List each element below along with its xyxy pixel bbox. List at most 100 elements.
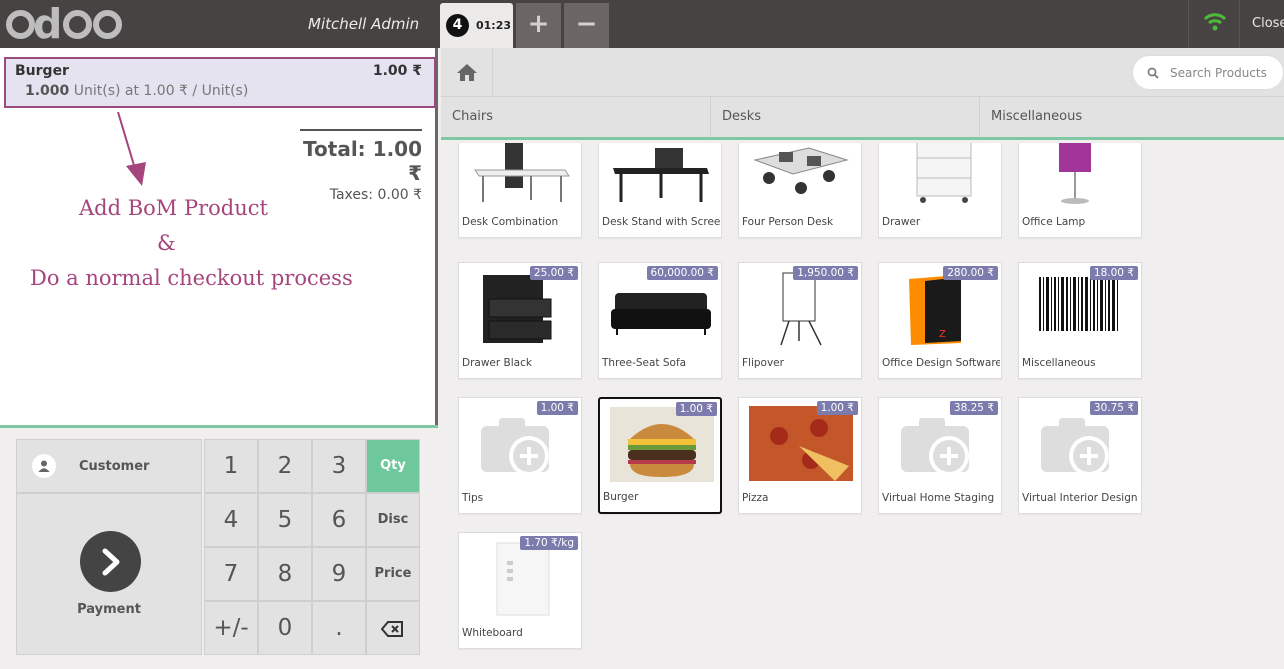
product-card-selected[interactable]: 1.00 ₹ Burger xyxy=(598,397,722,514)
product-card[interactable]: 1.00 ₹ Tips xyxy=(458,397,582,514)
numpad-key-6[interactable]: 6 xyxy=(312,493,366,547)
annotation-line-2: & xyxy=(157,231,176,255)
product-price: 18.00 ₹ xyxy=(1089,266,1138,280)
numpad-key-4[interactable]: 4 xyxy=(204,493,258,547)
mode-price-button[interactable]: Price xyxy=(366,547,420,601)
product-card[interactable]: 60,000.00 ₹ Three-Seat Sofa xyxy=(598,262,722,379)
home-icon xyxy=(456,64,477,81)
wifi-icon[interactable] xyxy=(1188,0,1240,48)
svg-text:Z: Z xyxy=(939,329,946,340)
order-line-price: 1.00 ₹ xyxy=(372,63,422,79)
product-name: Four Person Desk xyxy=(742,216,834,228)
product-card[interactable]: Z 280.00 ₹ Office Design Software xyxy=(878,262,1002,379)
product-card[interactable]: Four Person Desk xyxy=(738,143,862,238)
barcode-icon xyxy=(1039,277,1118,331)
order-total: Total: 1.00 ₹ xyxy=(303,137,422,185)
home-button[interactable] xyxy=(441,48,493,96)
payment-button[interactable]: Payment xyxy=(16,493,202,655)
pizza-icon xyxy=(749,406,853,481)
product-name: Pizza xyxy=(742,492,769,504)
software-box-icon: Z xyxy=(909,275,961,345)
odoo-logo: d xyxy=(6,4,123,45)
numpad-key-7[interactable]: 7 xyxy=(204,547,258,601)
numpad-key-8[interactable]: 8 xyxy=(258,547,312,601)
search-box[interactable]: Search Products xyxy=(1132,55,1284,90)
product-price: 1.00 ₹ xyxy=(675,402,717,416)
numpad-key-dot[interactable]: . xyxy=(312,601,366,655)
numpad-key-3[interactable]: 3 xyxy=(312,439,366,493)
product-card[interactable]: Drawer xyxy=(878,143,1002,238)
numpad-key-plusminus[interactable]: +/- xyxy=(204,601,258,655)
backspace-icon xyxy=(380,621,403,637)
product-card[interactable]: 25.00 ₹ Drawer Black xyxy=(458,262,582,379)
product-name: Whiteboard xyxy=(462,627,523,639)
product-name: Flipover xyxy=(742,357,784,369)
product-card[interactable]: Desk Stand with Screen xyxy=(598,143,722,238)
search-input[interactable]: Search Products xyxy=(1170,66,1267,80)
whiteboard-icon xyxy=(496,542,550,616)
product-name: Office Lamp xyxy=(1022,216,1086,228)
order-line-qty: 1.000 xyxy=(25,83,70,99)
drawer-icon xyxy=(483,275,552,343)
product-card[interactable]: 30.75 ₹ Virtual Interior Design xyxy=(1018,397,1142,514)
backspace-button[interactable] xyxy=(366,601,420,655)
search-icon xyxy=(1147,67,1159,79)
product-price: 1.00 ₹ xyxy=(536,401,578,415)
product-card[interactable]: 1,950.00 ₹ Flipover xyxy=(738,262,862,379)
numpad-key-1[interactable]: 1 xyxy=(204,439,258,493)
category-desks[interactable]: Desks xyxy=(711,97,980,137)
add-order-button[interactable]: + xyxy=(516,3,561,48)
burger-icon xyxy=(610,407,714,482)
username: Mitchell Admin xyxy=(308,15,420,33)
product-name: Drawer Black xyxy=(462,357,532,369)
product-name: Office Design Software xyxy=(882,357,1000,369)
order-line-detail: 1.000 Unit(s) at 1.00 ₹ / Unit(s) xyxy=(25,83,248,99)
camera-placeholder-icon xyxy=(901,418,969,476)
product-card[interactable]: 38.25 ₹ Virtual Home Staging xyxy=(878,397,1002,514)
category-chairs[interactable]: Chairs xyxy=(441,97,711,137)
order-time: 01:23 xyxy=(476,19,512,32)
top-bar: d Mitchell Admin 4 01:23 + − Close xyxy=(0,0,1284,48)
category-miscellaneous[interactable]: Miscellaneous xyxy=(980,97,1284,137)
user-icon xyxy=(32,454,56,478)
product-price: 38.25 ₹ xyxy=(949,401,998,415)
remove-order-button[interactable]: − xyxy=(564,3,609,48)
order-line[interactable]: Burger 1.00 ₹ 1.000 Unit(s) at 1.00 ₹ / … xyxy=(4,57,436,108)
chevron-right-icon xyxy=(80,531,141,592)
product-price: 1.00 ₹ xyxy=(816,401,858,415)
order-tab-active[interactable]: 4 01:23 xyxy=(440,3,513,48)
product-card[interactable]: Desk Combination xyxy=(458,143,582,238)
product-name: Desk Stand with Screen xyxy=(602,216,720,228)
customer-button[interactable]: Customer xyxy=(16,439,202,493)
annotation-line-3: Do a normal checkout process xyxy=(30,266,353,290)
product-price: 25.00 ₹ xyxy=(529,266,578,280)
product-card[interactable]: 1.70 ₹/kg Whiteboard xyxy=(458,532,582,649)
close-button[interactable]: Close xyxy=(1252,16,1284,31)
product-card[interactable]: 1.00 ₹ Pizza xyxy=(738,397,862,514)
product-name: Miscellaneous xyxy=(1022,357,1096,369)
numpad-key-9[interactable]: 9 xyxy=(312,547,366,601)
desk-icon xyxy=(613,148,709,202)
category-bar: Chairs Desks Miscellaneous xyxy=(441,97,1284,140)
lamp-icon xyxy=(1059,143,1091,204)
order-summary: Total: 1.00 ₹ Taxes: 0.00 ₹ xyxy=(300,129,422,203)
product-price: 30.75 ₹ xyxy=(1089,401,1138,415)
annotation-line-1: Add BoM Product xyxy=(79,196,268,220)
product-card[interactable]: Office Lamp xyxy=(1018,143,1142,238)
product-name: Drawer xyxy=(882,216,921,228)
order-line-name: Burger xyxy=(15,63,69,79)
mode-disc-button[interactable]: Disc xyxy=(366,493,420,547)
order-number-badge: 4 xyxy=(446,14,469,37)
numpad-key-2[interactable]: 2 xyxy=(258,439,312,493)
product-header: Search Products xyxy=(441,48,1284,97)
numpad-key-5[interactable]: 5 xyxy=(258,493,312,547)
product-name: Desk Combination xyxy=(462,216,559,228)
product-screen: Search Products Chairs Desks Miscellaneo… xyxy=(441,48,1284,669)
product-name: Three-Seat Sofa xyxy=(602,357,687,369)
payment-label: Payment xyxy=(77,602,141,617)
numpad-key-0[interactable]: 0 xyxy=(258,601,312,655)
product-card[interactable]: 18.00 ₹ Miscellaneous xyxy=(1018,262,1142,379)
control-panel: Customer Payment 1 2 3 Qty 4 5 6 Disc 7 … xyxy=(0,425,438,669)
mode-qty-button[interactable]: Qty xyxy=(366,439,420,493)
product-name: Virtual Home Staging xyxy=(882,492,995,504)
